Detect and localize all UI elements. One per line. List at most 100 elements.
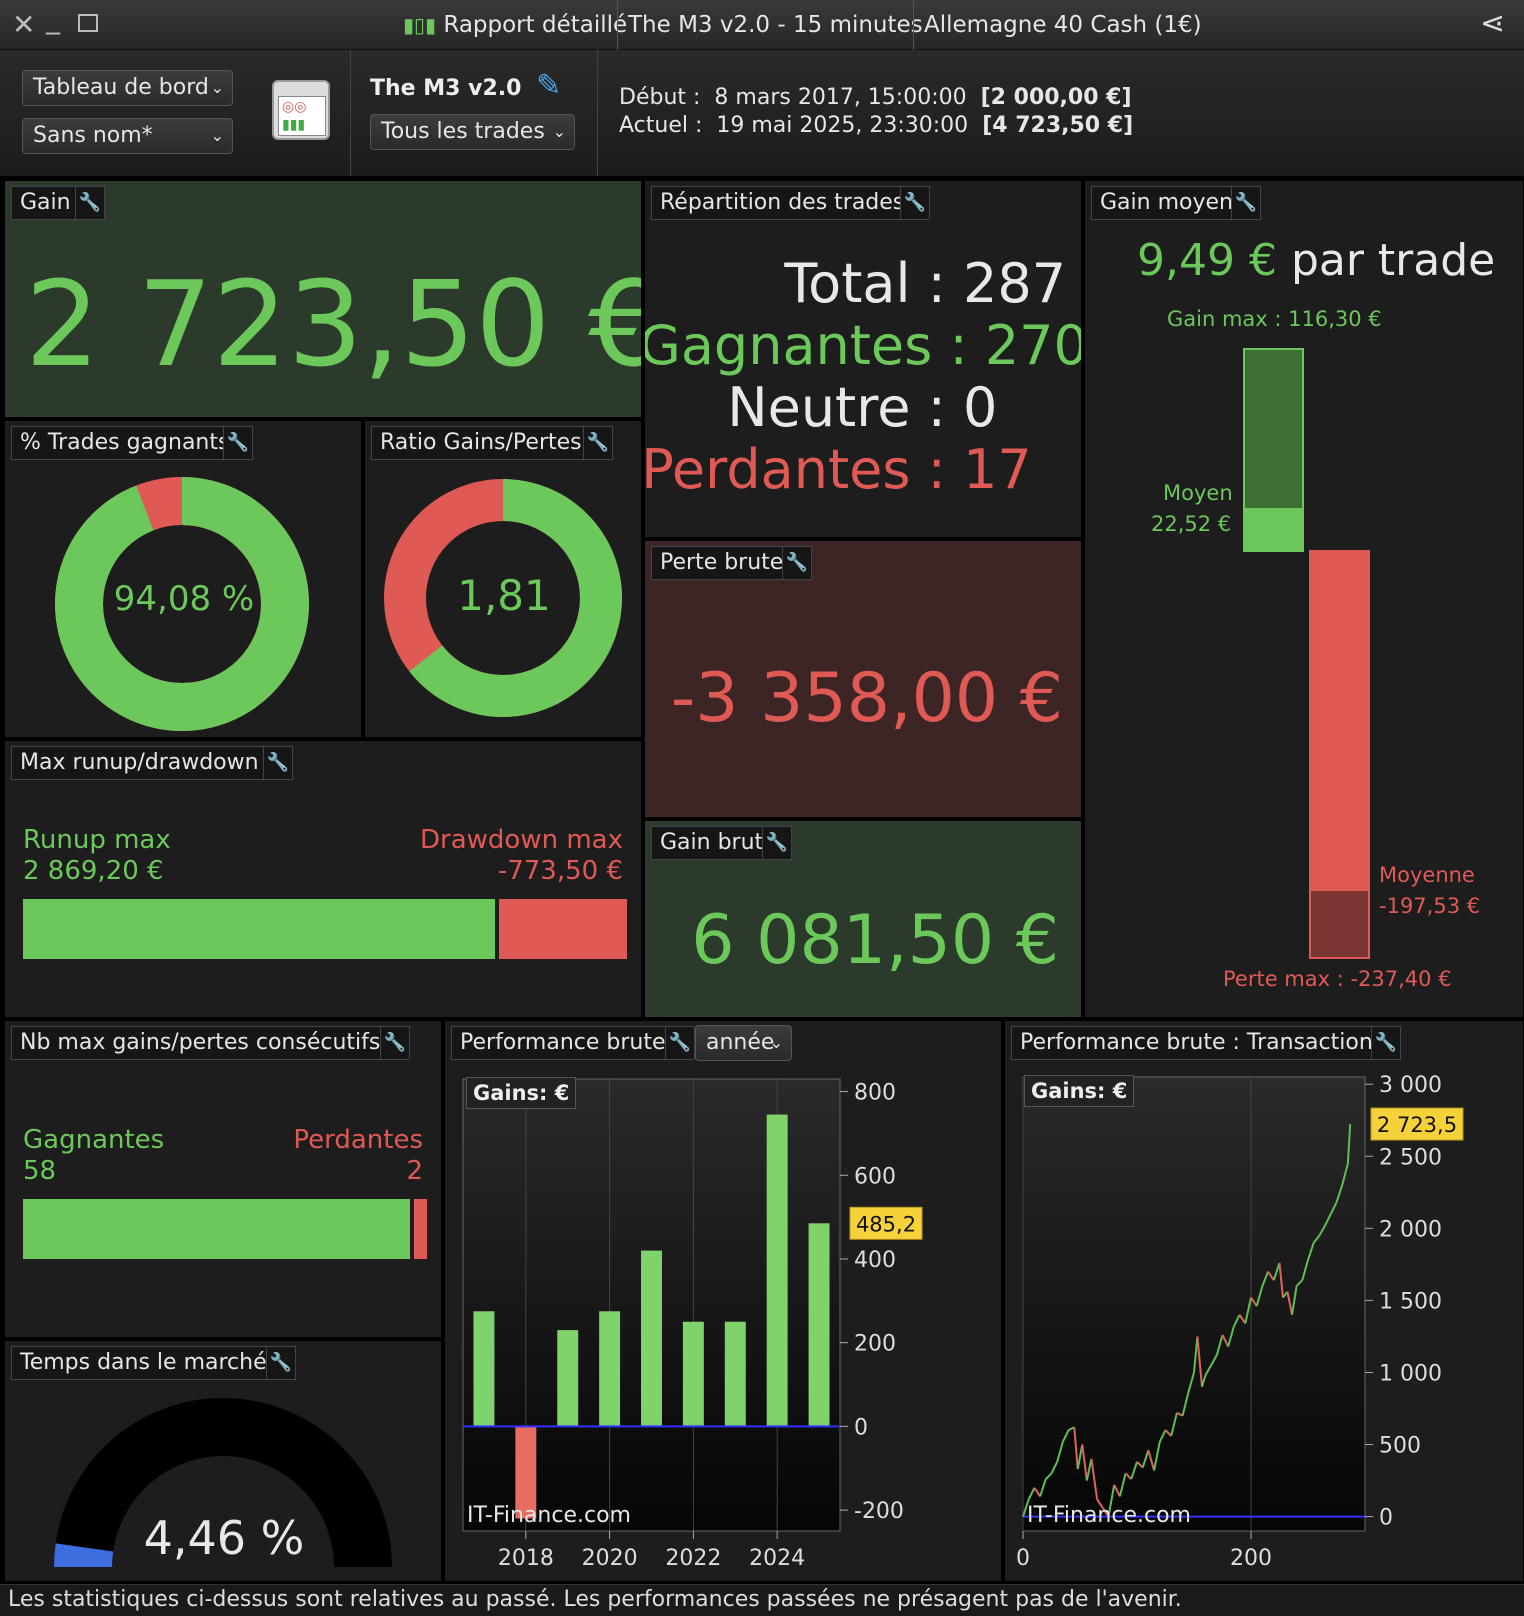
gain-panel: Gain 🔧 2 723,50 € [4, 180, 642, 418]
wrench-icon[interactable]: 🔧 [782, 546, 812, 580]
panel-title: % Trades gagnants [11, 426, 239, 460]
panel-title: Gain moyen [1091, 186, 1242, 220]
gain-moyen-bar [1243, 509, 1304, 552]
panel-title: Performance brute : Transactions [1011, 1026, 1394, 1060]
panel-title: Gain [11, 186, 80, 220]
runup-label: Runup max [23, 825, 171, 855]
panel-title: Répartition des trades [651, 186, 914, 220]
y-tick-label: 2 500 [1379, 1145, 1442, 1170]
panel-title: Ratio Gains/Pertes [371, 426, 591, 460]
chart-watermark: IT-Finance.com [1027, 1503, 1191, 1528]
moyen-value: 22,52 € [1151, 512, 1232, 536]
chevron-down-icon: ⌄ [210, 78, 224, 97]
wrench-icon[interactable]: 🔧 [1231, 186, 1261, 220]
runup-bar-fill [23, 899, 499, 959]
bar [641, 1250, 662, 1427]
y-tick-label: 600 [854, 1164, 896, 1189]
wrench-icon[interactable]: 🔧 [762, 826, 792, 860]
consec-bar-fill [23, 1199, 414, 1259]
perf-trans-panel: Performance brute : Transactions 🔧 3 000… [1004, 1020, 1524, 1582]
last-value-label: 485,2 [856, 1212, 916, 1236]
gain-value: 2 723,50 € [25, 255, 642, 393]
win-rate-value: 94,08 % [113, 579, 255, 619]
chart-tag: Gains: € [1024, 1075, 1135, 1107]
wrench-icon[interactable]: 🔧 [223, 426, 253, 460]
bar [473, 1311, 495, 1427]
share-icon[interactable]: ⋖ [1480, 6, 1505, 41]
ratio-value: 1,81 [457, 571, 551, 620]
candlestick-icon: ▮▯▮ [403, 13, 437, 37]
consec-win-value: 58 [23, 1156, 57, 1186]
edit-icon[interactable]: ✎ [536, 68, 561, 103]
wrench-icon[interactable]: 🔧 [583, 426, 613, 460]
y-tick-label: 2 000 [1379, 1217, 1442, 1242]
tab-instrument[interactable]: Allemagne 40 Cash (1€) [913, 0, 1212, 50]
consecutifs-panel: Nb max gains/pertes consécutifs 🔧 Gagnan… [4, 1020, 442, 1338]
wrench-icon[interactable]: 🔧 [380, 1026, 410, 1060]
perte-max-bar [1309, 889, 1370, 959]
runup-drawdown-bar [23, 899, 627, 959]
trade-counts: Total : 287 Gagnantes : 270 Neutre : 0 P… [644, 252, 1082, 501]
wrench-icon[interactable]: 🔧 [266, 1346, 296, 1380]
bar [766, 1114, 788, 1427]
y-tick-label: 800 [854, 1081, 896, 1106]
bar [557, 1330, 579, 1427]
name-select[interactable]: Sans nom* ⌄ [22, 118, 233, 154]
bar [808, 1223, 830, 1427]
gain-max-label: Gain max : 116,30 € [1167, 307, 1382, 331]
dashboard-settings-icon[interactable]: ◎◎ ▮▮▮ [272, 80, 330, 140]
gain-brut-value: 6 081,50 € [691, 901, 1059, 980]
report-title: ▮▯▮ Rapport détaillé [403, 12, 628, 38]
y-tick-label: 200 [854, 1332, 896, 1357]
wrench-icon[interactable]: 🔧 [900, 186, 930, 220]
pct-trades-panel: % Trades gagnants 🔧 94,08 % [4, 420, 362, 738]
panel-title: Temps dans le marché [11, 1346, 276, 1380]
consec-bar [23, 1199, 427, 1259]
x-tick-label: 200 [1230, 1546, 1272, 1571]
x-tick-label: 2020 [582, 1546, 638, 1571]
chevron-down-icon: ⌄ [769, 1033, 783, 1052]
x-tick-label: 0 [1016, 1546, 1030, 1571]
consec-loss-label: Perdantes [293, 1125, 423, 1155]
wrench-icon[interactable]: 🔧 [1371, 1026, 1401, 1060]
perf-annee-panel: Performance brute 🔧 année ⌄ 800 600 400 200 0… [444, 1020, 1002, 1582]
minimize-icon[interactable]: _ [46, 2, 60, 35]
panel-title: Perte brute [651, 546, 793, 580]
period-select[interactable]: année ⌄ [695, 1025, 792, 1061]
close-icon[interactable]: ✕ [12, 8, 35, 41]
y-tick-label: 1 000 [1379, 1361, 1442, 1386]
dashboard-select[interactable]: Tableau de bord ⌄ [22, 70, 233, 106]
runup-value: 2 869,20 € [23, 856, 164, 886]
chart-tag: Gains: € [466, 1077, 577, 1109]
wrench-icon[interactable]: 🔧 [263, 746, 293, 780]
runup-panel: Max runup/drawdown 🔧 Runup max 2 869,20 … [4, 740, 642, 1018]
ratio-panel: Ratio Gains/Pertes 🔧 1,81 [364, 420, 642, 738]
report-header: Tableau de bord ⌄ Sans nom* ⌄ ◎◎ ▮▮▮ The M… [0, 50, 1524, 176]
tab-strategy[interactable]: The M3 v2.0 - 15 minutes [617, 0, 933, 50]
period-info: Début : 8 mars 2017, 15:00:00 [2 000,00 … [619, 85, 1134, 138]
chart-watermark: IT-Finance.com [467, 1503, 631, 1528]
perte-max-label: Perte max : -237,40 € [1223, 967, 1452, 991]
moyen-label: Moyen [1163, 481, 1233, 505]
trades-select[interactable]: Tous les trades ⌄ [370, 114, 575, 150]
moyenne-value: -197,53 € [1379, 894, 1481, 918]
y-tick-label: 1 500 [1379, 1289, 1442, 1314]
maximize-icon[interactable] [78, 14, 98, 32]
gain-moyen-panel: Gain moyen 🔧 9,49 € par trade Gain max :… [1084, 180, 1524, 1018]
drawdown-label: Drawdown max [420, 825, 623, 855]
disclaimer: Les statistiques ci-dessus sont relative… [0, 1584, 1524, 1616]
panel-title: Nb max gains/pertes consécutifs [11, 1026, 390, 1060]
y-tick-label: 0 [854, 1415, 868, 1440]
wrench-icon[interactable]: 🔧 [665, 1026, 695, 1060]
consec-loss-value: 2 [406, 1156, 423, 1186]
y-tick-label: 500 [1379, 1434, 1421, 1459]
title-bar: ✕ _ ▮▯▮ Rapport détaillé The M3 v2.0 - 1… [0, 0, 1524, 50]
perte-moyenne-bar [1309, 550, 1370, 890]
panel-title: Gain brut [651, 826, 773, 860]
bar [724, 1321, 746, 1427]
bar [599, 1311, 621, 1427]
temps-panel: Temps dans le marché 🔧 4,46 % [4, 1340, 442, 1582]
wrench-icon[interactable]: 🔧 [75, 186, 105, 220]
repartition-panel: Répartition des trades 🔧 Total : 287 Gag… [644, 180, 1082, 538]
panel-title: Max runup/drawdown [11, 746, 268, 780]
